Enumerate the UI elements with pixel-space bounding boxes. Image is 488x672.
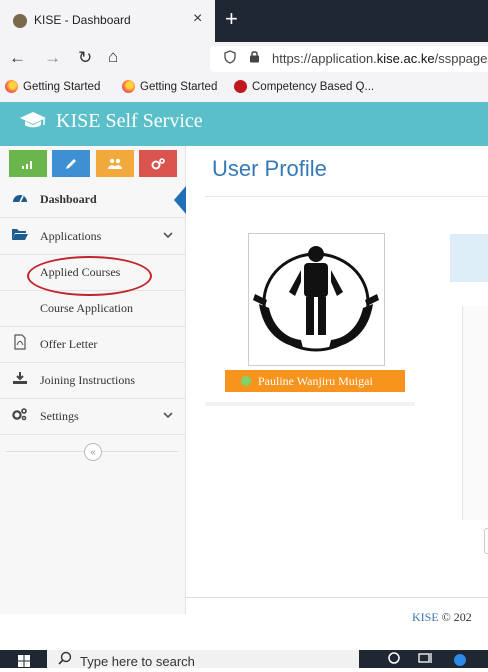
url-prefix: https://application. (272, 51, 377, 66)
site-favicon-icon (13, 14, 27, 28)
firefox-icon (122, 80, 135, 93)
app-title: KISE Self Service (56, 110, 203, 132)
quick-users-button[interactable] (96, 150, 134, 177)
info-panel-header (450, 234, 488, 282)
sidebar-item-label: Offer Letter (40, 337, 98, 351)
page-title: User Profile (212, 156, 327, 181)
content-pane (462, 306, 488, 520)
taskbar-search-placeholder: Type here to search (80, 654, 195, 669)
sidebar-item-dashboard[interactable]: Dashboard (0, 182, 185, 218)
url-suffix: /ssppages/ (434, 51, 488, 66)
reload-icon[interactable]: ↻ (78, 48, 92, 68)
sidebar-item-joining-instructions[interactable]: Joining Instructions (0, 363, 185, 399)
cortana-icon[interactable] (387, 651, 401, 668)
action-button[interactable] (484, 528, 488, 554)
highlight-circle (27, 256, 152, 296)
windows-start-icon[interactable] (18, 654, 30, 667)
bookmark-competency-based[interactable]: Competency Based Q... (234, 80, 374, 93)
chevron-down-icon (163, 231, 173, 242)
active-indicator (174, 186, 186, 214)
online-status-icon (241, 376, 251, 386)
close-tab-icon[interactable]: × (193, 10, 202, 28)
collapse-sidebar-button[interactable]: « (84, 443, 102, 461)
sidebar-item-label: Settings (40, 409, 79, 423)
user-name-badge: Pauline Wanjiru Muigai (225, 370, 405, 392)
tracking-shield-icon[interactable] (224, 50, 236, 67)
user-name: Pauline Wanjiru Muigai (258, 373, 373, 388)
pencil-icon (66, 158, 76, 169)
task-view-icon[interactable] (418, 651, 434, 668)
folder-open-icon (0, 227, 40, 246)
sidebar-item-label: Dashboard (40, 192, 97, 206)
new-tab-icon[interactable]: + (225, 6, 238, 32)
graduation-cap-icon (19, 110, 47, 136)
sidebar-item-label: Applications (40, 228, 102, 243)
home-icon[interactable]: ⌂ (108, 47, 118, 67)
title-divider (205, 196, 488, 197)
firefox-icon (5, 80, 18, 93)
quick-settings-button[interactable] (139, 150, 177, 177)
lock-icon[interactable] (249, 50, 260, 66)
footer-brand[interactable]: KISE (412, 610, 439, 624)
tab-title: KISE - Dashboard (34, 13, 131, 27)
bookmark-label: Getting Started (140, 80, 218, 93)
pdf-file-icon (0, 334, 40, 355)
dashboard-icon (0, 190, 40, 209)
sidebar-item-course-application[interactable]: Course Application (0, 291, 185, 327)
edge-browser-icon[interactable] (452, 651, 468, 670)
footer-divider (185, 597, 488, 598)
footer: KISE © 202 (412, 610, 472, 625)
sidebar-item-settings[interactable]: Settings (0, 399, 185, 435)
chevron-down-icon (163, 411, 173, 422)
profile-photo (248, 233, 385, 366)
footer-copyright: © 202 (438, 610, 472, 624)
bookmark-favicon-icon (234, 80, 247, 93)
search-icon (58, 651, 72, 668)
kise-logo-icon (253, 246, 379, 352)
bookmark-getting-started-2[interactable]: Getting Started (122, 80, 217, 93)
sidebar-item-offer-letter[interactable]: Offer Letter (0, 327, 185, 363)
sidebar-item-applications[interactable]: Applications (0, 218, 185, 255)
quick-edit-button[interactable] (52, 150, 90, 177)
bar-chart-icon (22, 160, 32, 169)
users-icon (108, 158, 122, 169)
download-icon (0, 371, 40, 390)
back-icon[interactable]: ← (9, 48, 26, 68)
cogs-icon (0, 407, 40, 426)
url-text[interactable]: https://application.kise.ac.ke/ssppages/ (272, 51, 488, 66)
bookmark-label: Competency Based Q... (252, 80, 375, 93)
url-domain: kise.ac.ke (376, 51, 435, 66)
bookmark-label: Getting Started (23, 80, 101, 93)
profile-panel-footer (205, 402, 415, 406)
cogs-icon (151, 157, 165, 169)
sidebar-item-label: Joining Instructions (40, 373, 135, 387)
quick-stats-button[interactable] (9, 150, 47, 177)
bookmark-getting-started-1[interactable]: Getting Started (5, 80, 100, 93)
forward-icon[interactable]: → (44, 48, 61, 68)
